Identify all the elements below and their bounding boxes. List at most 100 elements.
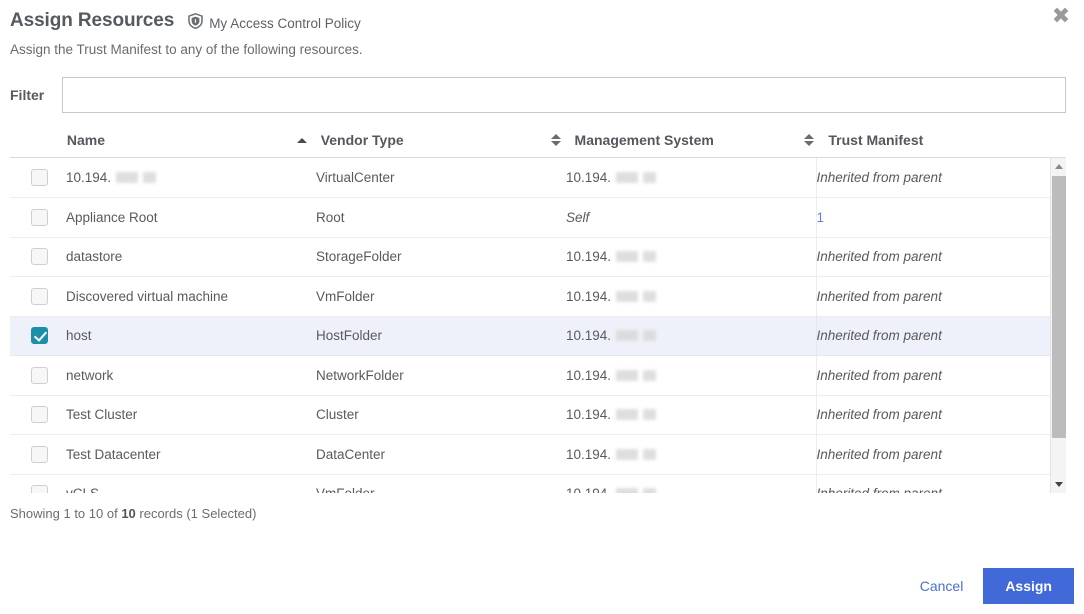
redacted-block — [643, 409, 657, 421]
cell-management-system-text: 10.194. — [566, 170, 612, 185]
row-checkbox[interactable] — [31, 208, 48, 226]
redacted-block — [643, 290, 657, 302]
filter-label: Filter — [10, 87, 45, 103]
cell-name: Test Cluster — [66, 395, 316, 435]
row-checkbox[interactable] — [31, 406, 48, 424]
row-select-cell — [10, 474, 66, 493]
cell-trust-manifest: Inherited from parent — [815, 395, 1050, 435]
table-row[interactable]: vCLSVmFolder10.194. Inherited from parent — [10, 474, 1050, 493]
redacted-block — [616, 409, 639, 421]
cell-vendor-type: Root — [316, 197, 566, 238]
table-row[interactable]: host HostFolder 10.194. Inherited from pare… — [10, 316, 1050, 356]
cell-management-system: 10.194. — [566, 395, 816, 435]
status-prefix: Showing 1 to 10 of — [10, 506, 122, 521]
cell-management-system-text: 10.194. — [566, 249, 612, 265]
row-checkbox[interactable] — [31, 287, 48, 305]
cancel-button[interactable]: Cancel — [918, 572, 966, 600]
row-select-cell — [10, 276, 66, 317]
cell-trust-manifest: Inherited from parent — [815, 316, 1050, 356]
column-header-vendor-type[interactable]: Vendor Type — [320, 132, 575, 158]
row-select-cell — [10, 316, 66, 356]
cell-name: Test Datacenter — [66, 434, 316, 475]
sort-toggle-icon[interactable] — [550, 134, 561, 146]
dialog-subtitle: Assign the Trust Manifest to any of the … — [10, 42, 363, 57]
cell-vendor-type: HostFolder — [316, 316, 566, 356]
column-header-name[interactable]: Name — [66, 132, 321, 158]
column-label-management-system: Management System — [574, 132, 714, 148]
trust-manifest-link[interactable]: 1 — [817, 210, 824, 225]
close-button[interactable]: ✖ — [1048, 4, 1074, 30]
status-total: 10 — [121, 506, 136, 521]
cell-management-system-text: 10.194. — [566, 407, 612, 423]
cell-management-system: 10.194. — [566, 355, 816, 396]
table-row[interactable]: datastore StorageFolder 10.194. Inherited f… — [10, 237, 1050, 277]
dialog-actions: Cancel Assign — [918, 568, 1074, 604]
column-label-trust-manifest: Trust Manifest — [828, 132, 924, 148]
table-body: 10.194. VirtualCenter 10.194. Inherited fro… — [10, 158, 1050, 493]
row-checkbox[interactable] — [31, 445, 48, 463]
sort-toggle-icon[interactable] — [804, 134, 815, 146]
table-row[interactable]: Discovered virtual machine VmFolder 10.194… — [10, 276, 1050, 317]
row-select-cell — [10, 395, 66, 435]
table-row[interactable]: Test Datacenter DataCenter 10.194. Inherite… — [10, 434, 1050, 475]
redacted-block — [643, 488, 657, 493]
cell-name: vCLS — [66, 474, 316, 493]
cell-trust-manifest: Inherited from parent — [815, 276, 1050, 317]
row-checkbox[interactable] — [31, 327, 48, 345]
filter-input[interactable] — [62, 77, 1066, 113]
cell-name: 10.194. — [66, 158, 316, 198]
cell-management-system-text: 10.194. — [566, 486, 611, 493]
row-checkbox[interactable] — [31, 248, 48, 266]
shield-icon — [188, 12, 203, 34]
row-select-cell — [10, 355, 66, 396]
table-row[interactable]: network NetworkFolder 10.194. Inherited fro… — [10, 355, 1050, 396]
table-body-viewport: 10.194. VirtualCenter 10.194. Inherited fro… — [10, 158, 1066, 493]
row-checkbox[interactable] — [31, 366, 48, 384]
cell-name: Appliance Root — [66, 197, 316, 238]
column-label-vendor-type: Vendor Type — [320, 132, 404, 148]
redacted-block — [116, 172, 139, 183]
cell-management-system: 10.194. — [566, 474, 816, 493]
redacted-block — [616, 448, 639, 460]
cell-name-text: 10.194. — [66, 170, 112, 185]
cell-trust-manifest: 1 — [815, 197, 1050, 238]
cell-trust-manifest: Inherited from parent — [815, 158, 1050, 198]
assign-button[interactable]: Assign — [983, 568, 1074, 604]
scrollbar-thumb[interactable] — [1052, 176, 1066, 438]
cell-vendor-type: Cluster — [316, 395, 566, 435]
row-checkbox[interactable] — [31, 169, 48, 186]
assign-resources-dialog: Assign Resources My Access Control Polic… — [0, 0, 1084, 614]
scroll-down-icon[interactable] — [1051, 476, 1066, 493]
cell-management-system: 10.194. — [566, 158, 816, 198]
table-row[interactable]: Appliance Root Root Self 1 — [10, 197, 1050, 238]
table-scrollbar[interactable] — [1050, 158, 1066, 493]
column-header-trust-manifest: Trust Manifest — [828, 132, 1066, 158]
cell-trust-manifest: Inherited from parent — [815, 355, 1050, 396]
redacted-block — [643, 330, 657, 342]
sort-ascending-icon[interactable] — [296, 137, 307, 143]
status-suffix: records (1 Selected) — [135, 506, 257, 521]
scroll-up-icon[interactable] — [1051, 158, 1066, 175]
cell-vendor-type: StorageFolder — [316, 237, 566, 277]
table-row[interactable]: Test Cluster Cluster 10.194. Inherited from… — [10, 395, 1050, 435]
column-header-management-system[interactable]: Management System — [574, 132, 829, 158]
cell-vendor-type: VmFolder — [316, 276, 566, 317]
redacted-block — [643, 448, 657, 460]
cell-management-system: 10.194. — [566, 276, 816, 317]
redacted-block — [616, 290, 639, 302]
cell-name: network — [66, 355, 316, 396]
cell-name: Discovered virtual machine — [66, 276, 316, 317]
policy-name-label: My Access Control Policy — [209, 15, 361, 31]
row-checkbox[interactable] — [31, 485, 48, 493]
cell-trust-manifest: Inherited from parent — [815, 237, 1050, 277]
redacted-block — [616, 369, 639, 381]
cell-trust-manifest: Inherited from parent — [815, 474, 1050, 493]
cell-vendor-type: DataCenter — [316, 434, 566, 475]
row-select-cell — [10, 434, 66, 475]
redacted-block — [616, 488, 639, 493]
redacted-block — [616, 251, 639, 263]
redacted-block — [643, 172, 657, 183]
column-header-select — [10, 132, 67, 158]
page-title: Assign Resources — [10, 10, 175, 31]
table-row[interactable]: 10.194. VirtualCenter 10.194. Inherited fro… — [10, 158, 1050, 198]
